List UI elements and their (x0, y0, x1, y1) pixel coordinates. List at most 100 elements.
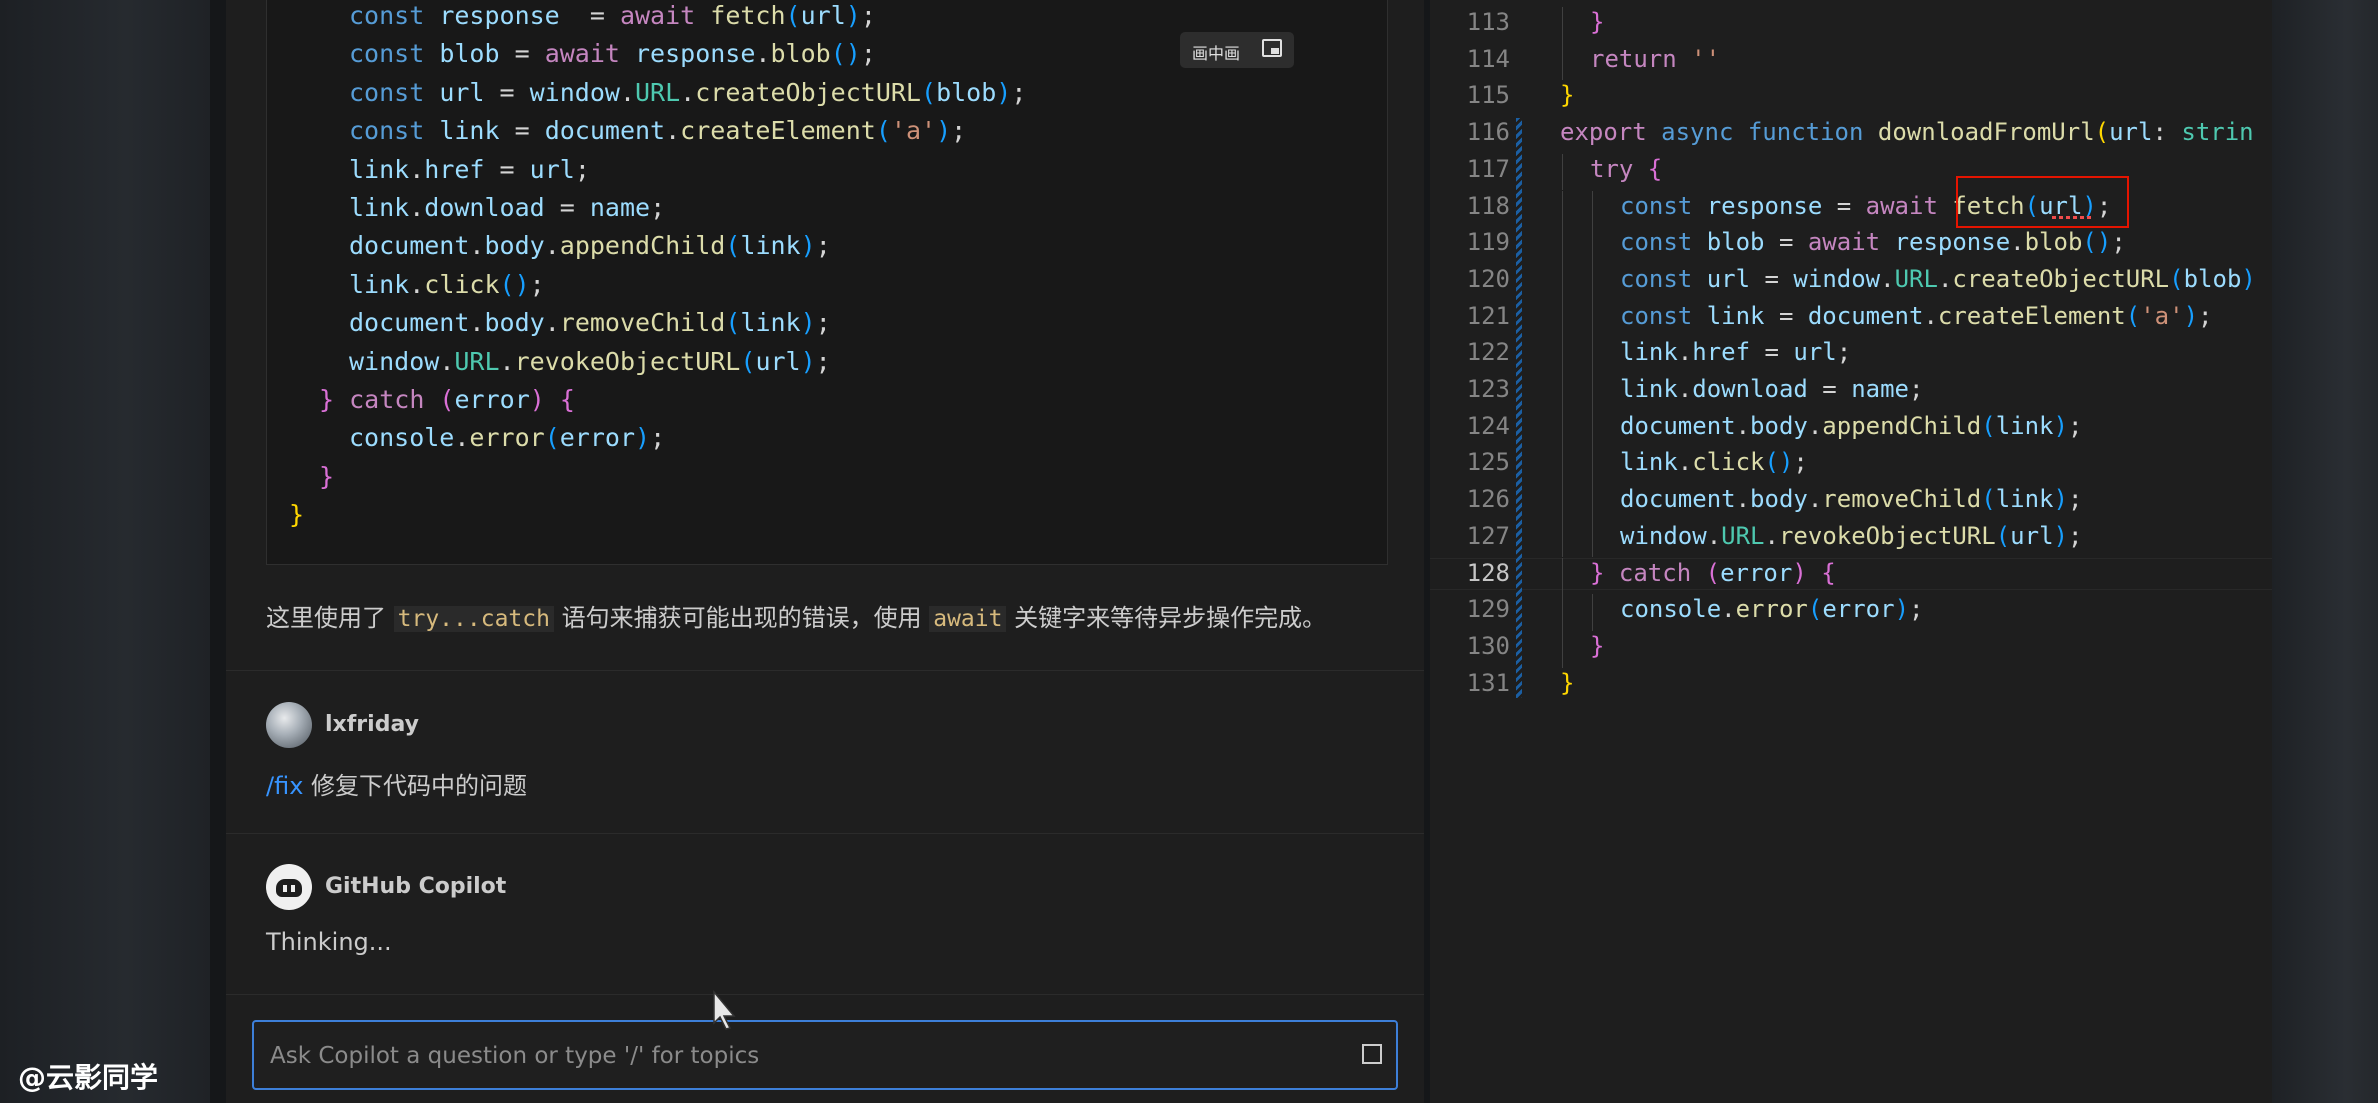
chat-code-token: ; (529, 269, 545, 299)
chat-code-token: . (409, 269, 425, 299)
chat-code-token: url (755, 346, 801, 376)
indent-guide (1592, 594, 1593, 631)
line-number: 120 (1466, 264, 1510, 293)
current-line-highlight (1430, 558, 2272, 590)
chat-code-token: . (680, 77, 696, 107)
editor-code-token: = (1750, 338, 1794, 367)
editor-code-token: strin (2181, 118, 2254, 147)
editor-code-token: ( (1995, 521, 2011, 550)
chat-code-token: ; (860, 1, 876, 30)
chat-code-token: ) (936, 116, 952, 146)
editor-code-token: = (1764, 301, 1808, 330)
indent-guide (1562, 43, 1563, 81)
chat-code-token: document (544, 116, 666, 146)
editor-code-token: . (1735, 485, 1751, 514)
editor-code-line: try { (1590, 154, 1662, 184)
chat-code-token: ; (815, 308, 831, 338)
editor-code-token: response (1894, 228, 2011, 257)
stop-square-icon[interactable] (1362, 1044, 1382, 1064)
line-number: 113 (1466, 8, 1510, 36)
editor-code-token: body (1750, 411, 1808, 440)
explanation-text-1: 这里使用了 (266, 604, 394, 632)
chat-code-token: = (484, 154, 530, 184)
editor-code-token: } (1590, 631, 1605, 660)
user-message-text: 修复下代码中的问题 (303, 772, 528, 800)
chat-code-token: ( (439, 385, 455, 414)
editor-code-token: try (1590, 154, 1648, 183)
editor-code-token: await (1865, 191, 1953, 220)
indent-guide (1592, 484, 1593, 521)
chat-code-token: } (319, 461, 335, 491)
pip-label: 画中画 (1192, 44, 1241, 63)
chat-code-token: . (439, 346, 455, 376)
indent-guide (1562, 337, 1563, 374)
editor-code-token: error (1822, 595, 1895, 624)
chat-input[interactable] (268, 1032, 1332, 1080)
chat-code-token: . (469, 308, 485, 338)
indent-guide (1592, 447, 1593, 485)
chat-code-token: ; (951, 116, 967, 146)
explanation-code-1: try...catch (393, 606, 554, 632)
editor-code-token: appendChild (1822, 411, 1982, 440)
editor-code-line: } (1590, 631, 1604, 661)
chat-code-token: link (439, 116, 500, 146)
editor-code-token: . (1735, 411, 1751, 440)
editor-code-line: const link = document.createElement('a')… (1620, 301, 2212, 331)
editor-code-token: = (1750, 264, 1794, 293)
chat-code-token: const (349, 77, 440, 107)
editor-code-token: ( (2094, 118, 2110, 147)
code-editor[interactable] (1430, 0, 2272, 1103)
copilot-name: GitHub Copilot (325, 874, 507, 899)
chat-code-token: } (319, 385, 350, 414)
chat-code-token: await (544, 39, 635, 69)
editor-code-token: error (1720, 558, 1793, 587)
chat-code-token: error (454, 385, 530, 414)
chat-code-token: ( (921, 77, 937, 107)
chat-code-token: ; (1011, 77, 1027, 107)
picture-in-picture-button[interactable]: 画中画 (1180, 32, 1294, 68)
editor-code-line: } (1560, 80, 1574, 110)
indent-guide (1562, 410, 1563, 448)
chat-code-token: ( (725, 231, 741, 261)
chat-code-token: ) (996, 77, 1012, 107)
chat-code-token: = (559, 1, 620, 30)
chat-code-token: fetch (710, 1, 786, 30)
editor-code-token: . (1880, 264, 1895, 293)
chat-code-token: . (454, 423, 470, 453)
chat-code-token: document (349, 231, 470, 261)
indent-guide (1592, 263, 1593, 301)
editor-code-token: = (1807, 375, 1852, 403)
editor-code-token: . (2010, 228, 2025, 257)
line-number: 115 (1466, 81, 1510, 110)
editor-code-line: link.click(); (1620, 447, 1808, 477)
editor-code-line: } catch (error) { (1590, 558, 1836, 588)
editor-code-token: const (1620, 228, 1707, 257)
editor-code-token: ( (1705, 558, 1721, 587)
editor-code-token: document (1620, 411, 1736, 440)
chat-input-box[interactable] (252, 1020, 1398, 1090)
indent-guide (1562, 594, 1563, 631)
chat-code-token: createObjectURL (695, 77, 921, 107)
editor-code-line: document.body.appendChild(link); (1620, 411, 2082, 441)
indent-guide (1592, 520, 1593, 558)
chat-code-token: catch (349, 385, 440, 414)
editor-code-line: const url = window.URL.createObjectURL(b… (1620, 264, 2256, 294)
editor-code-token: link (1995, 485, 2054, 514)
highlight-box (1956, 176, 2129, 228)
copilot-status: Thinking... (266, 928, 392, 956)
chat-code-line: const url = window.URL.createObjectURL(b… (349, 78, 1026, 108)
line-number: 123 (1466, 375, 1510, 403)
editor-code-token: url (2010, 521, 2054, 550)
input-divider (226, 994, 1424, 995)
line-number: 127 (1466, 521, 1510, 550)
editor-code-token: link (1620, 375, 1678, 403)
editor-code-token: revokeObjectURL (1778, 521, 1996, 550)
chat-code-token: response (635, 39, 756, 69)
editor-code-token: ( (2169, 264, 2184, 293)
error-squiggle (2052, 216, 2092, 219)
indent-guide (1562, 263, 1563, 301)
chat-code-line: } (319, 462, 334, 492)
editor-code-token: catch (1618, 558, 1706, 587)
editor-code-token: download (1692, 375, 1808, 403)
copilot-avatar-icon (266, 864, 312, 910)
